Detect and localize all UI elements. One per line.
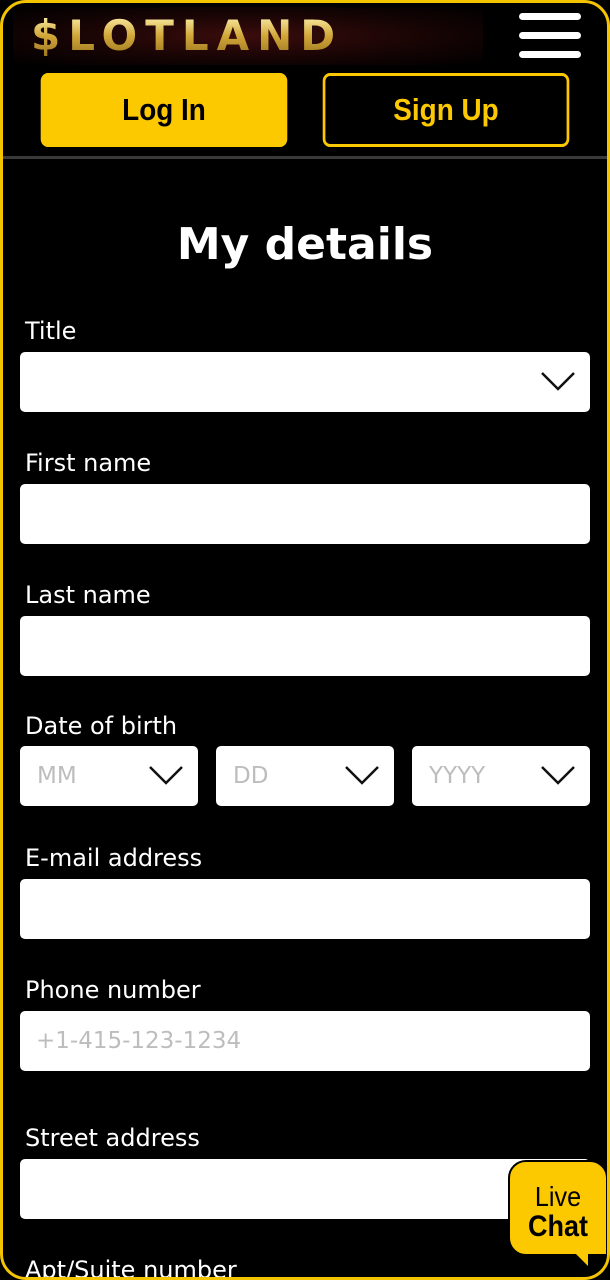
title-select[interactable] [20,352,590,412]
dob-day-select[interactable]: DD [216,746,394,806]
first-name-field[interactable] [20,484,590,544]
dob-month-placeholder: MM [37,763,77,789]
chat-bubble-tail [568,1246,588,1266]
street-address-label: Street address [25,1124,200,1152]
dob-day-placeholder: DD [233,763,269,789]
auth-buttons: Log In Sign Up [3,73,607,151]
hamburger-menu-icon[interactable] [519,13,581,59]
chevron-down-icon [345,766,379,785]
live-chat-button[interactable]: Live Chat [508,1160,607,1256]
chevron-down-icon [149,766,183,785]
chevron-down-icon [541,372,575,391]
street-address-field[interactable] [20,1159,590,1219]
first-name-label: First name [25,449,152,477]
dob-year-select[interactable]: YYYY [412,746,590,806]
date-of-birth-label: Date of birth [25,712,178,740]
menu-bar [519,51,581,58]
live-chat-line2: Chat [527,1210,588,1243]
dob-month-select[interactable]: MM [20,746,198,806]
app-frame: $LOTLAND Log In Sign Up My details Title… [0,0,610,1280]
header: $LOTLAND [3,3,607,67]
signup-button[interactable]: Sign Up [322,73,570,147]
last-name-label: Last name [25,581,151,609]
menu-bar [519,32,581,39]
page-title: My details [176,219,434,270]
email-label: E-mail address [25,844,203,872]
dob-year-placeholder: YYYY [429,763,486,789]
menu-bar [519,13,581,20]
email-field[interactable] [20,879,590,939]
logo-text: $LOTLAND [31,11,344,60]
phone-label: Phone number [25,976,201,1004]
apt-suite-label: Apt/Suite number [25,1256,237,1280]
last-name-field[interactable] [20,616,590,676]
chevron-down-icon [541,766,575,785]
login-button[interactable]: Log In [40,73,288,147]
divider [3,156,607,159]
live-chat-line1: Live [534,1181,582,1212]
logo[interactable]: $LOTLAND [13,7,483,65]
title-label: Title [25,317,77,345]
phone-field[interactable] [20,1011,590,1071]
